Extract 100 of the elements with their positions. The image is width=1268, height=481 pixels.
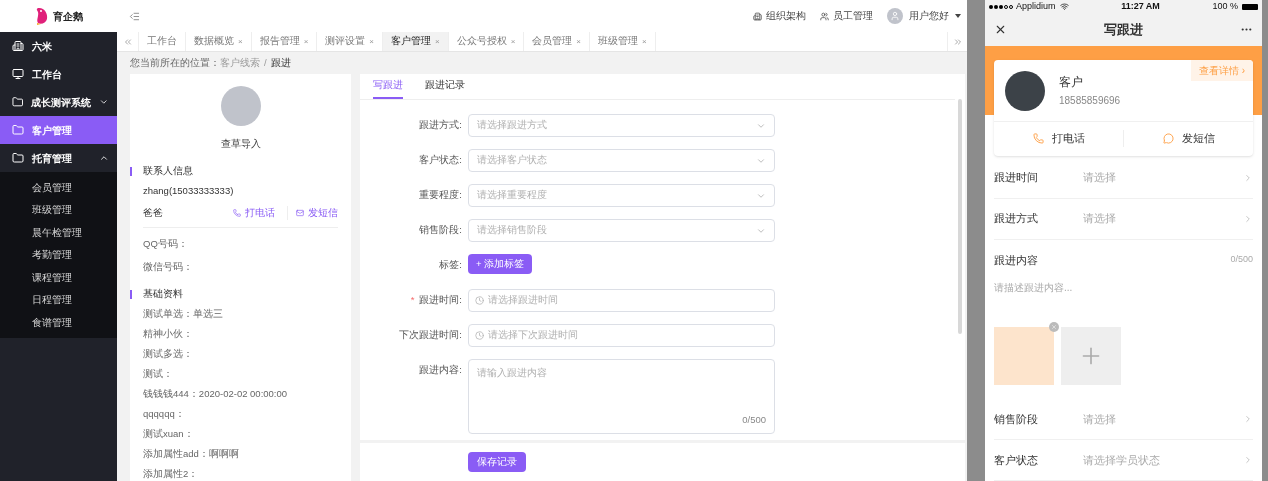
page-tab[interactable]: 公众号授权 × [448,32,525,51]
content-placeholder[interactable]: 请描述跟进内容... [994,280,1253,327]
remove-icon[interactable] [1049,322,1059,332]
close-tab[interactable]: × [576,35,582,48]
header-link[interactable]: 员工管理 [820,8,873,24]
submenu-item[interactable]: 课程管理 [0,266,117,289]
photo-thumbnail[interactable] [994,327,1054,385]
phone-icon [1032,133,1044,144]
sidebar-item[interactable]: 客户管理 [0,116,117,144]
form-tab[interactable]: 跟进记录 [425,74,465,99]
battery-level: 100 % [1212,0,1238,14]
info-field: 测试单选：单选三 [143,308,338,321]
sidebar-item[interactable]: 六米 [0,32,117,60]
submenu-item[interactable]: 日程管理 [0,288,117,311]
wifi-icon [1059,2,1069,12]
mail-icon [296,208,304,217]
phone-icon [233,208,241,217]
contact-name: zhang(15033333333) [143,184,235,199]
form-tab[interactable]: 写跟进 [373,74,403,99]
picker-row[interactable]: 销售阶段 请选择 [994,399,1253,440]
collapse-menu-icon[interactable] [129,10,140,22]
chevron-right-icon [1243,172,1253,183]
contact-relation: 爸爸 [143,205,164,220]
user-menu[interactable]: 用户您好 [887,8,961,24]
close-tab[interactable]: × [238,35,243,48]
battery-icon [1242,3,1258,10]
breadcrumb-item[interactable]: 客户线索 [220,55,260,71]
char-counter: 0/500 [1230,253,1253,266]
caret-icon [955,14,961,18]
picker-row[interactable]: 客户状态 请选择学员状态 [994,440,1253,481]
avatar [220,86,261,126]
picker-row[interactable]: 跟进方式 请选择 [994,198,1253,240]
row-label: 跟进内容 [994,252,1039,268]
field-label: 标签: [439,258,462,273]
scroll-left-icon[interactable] [122,36,133,47]
section-title: 基础资料 [143,288,184,301]
page-tab[interactable]: 客户管理 × [383,32,449,51]
submenu-item[interactable]: 会员管理 [0,176,117,199]
close-tab[interactable]: × [303,35,309,48]
sidebar-item[interactable]: 成长测评系统 [0,88,117,116]
save-button[interactable]: 保存记录 [468,452,526,472]
section-title: 联系人信息 [143,165,194,178]
clock-icon [475,331,484,340]
submenu-item[interactable]: 晨午检管理 [0,221,117,244]
building-icon [12,40,24,52]
breadcrumb-item: 跟进 [270,55,291,70]
info-field: 钱钱钱444：2020-02-02 00:00:00 [143,388,338,401]
info-field: 微信号码： [143,260,338,275]
submenu-item[interactable]: 考勤管理 [0,243,117,266]
sidebar-item[interactable]: 托育管理 [0,144,117,172]
chevron-right-icon [1243,414,1253,424]
status-time: 11:27 AM [1120,0,1161,14]
page-tab[interactable]: 会员管理 × [524,32,591,51]
folder-icon [12,152,24,164]
avatar [1005,70,1045,111]
close-tab[interactable]: × [435,35,440,48]
page-tab[interactable]: 报告管理 × [251,32,318,51]
field-label: 跟进内容: [419,363,462,378]
page-tab[interactable]: 工作台 [139,32,186,51]
carrier-name: Applidium [1016,0,1056,14]
required-mark: * [410,293,415,308]
info-field: 添加属性add：啊啊啊 [143,448,338,461]
close-tab[interactable]: × [369,35,374,48]
call-link[interactable]: 打电话 [233,205,288,220]
page-tab[interactable]: 班级管理 × [590,32,656,51]
close-tab[interactable]: × [510,35,516,48]
clock-icon [475,296,484,305]
field-label: 客户状态: [419,153,462,168]
customer-phone: 18585859696 [1059,94,1121,108]
picker-row[interactable]: 跟进时间 请选择 [994,157,1253,199]
profile-name: 查草导入 [220,137,261,151]
brand-name: 育企鹅 [52,9,83,24]
chevron-down-icon [99,97,109,107]
screen-title: 写跟进 [1103,20,1144,39]
add-photo-button[interactable] [1061,327,1121,385]
header-link[interactable]: 组织架构 [753,8,806,24]
chevron-up-icon [99,153,109,163]
customer-name: 客户 [1059,74,1084,91]
chevron-right-icon [1243,455,1253,465]
content-textarea[interactable]: 请输入跟进内容 0/500 [468,359,775,434]
add-tag-button[interactable]: + 添加标签 [468,254,533,274]
penguin-logo-icon [34,7,49,25]
sms-link[interactable]: 发短信 [288,205,338,220]
page-tab[interactable]: 数据概览 × [186,32,252,51]
scroll-right-icon[interactable] [952,36,963,47]
sidebar-item[interactable]: 工作台 [0,60,117,88]
field-label: 销售阶段: [419,223,462,238]
info-field: 添加属性2： [143,468,338,481]
sms-button[interactable]: 发短信 [1124,130,1253,147]
monitor-icon [12,68,24,80]
close-tab[interactable]: × [642,35,647,48]
info-field: 测试： [143,368,338,381]
users-icon [820,11,829,21]
field-label: 下次跟进时间: [399,328,462,343]
chevron-right-icon [1243,213,1253,224]
info-field: 测试xuan： [143,428,338,441]
call-button[interactable]: 打电话 [994,130,1124,147]
breadcrumb-label: 您当前所在的位置： [130,55,220,70]
submenu-item[interactable]: 班级管理 [0,198,117,221]
submenu-item[interactable]: 食谱管理 [0,311,117,334]
